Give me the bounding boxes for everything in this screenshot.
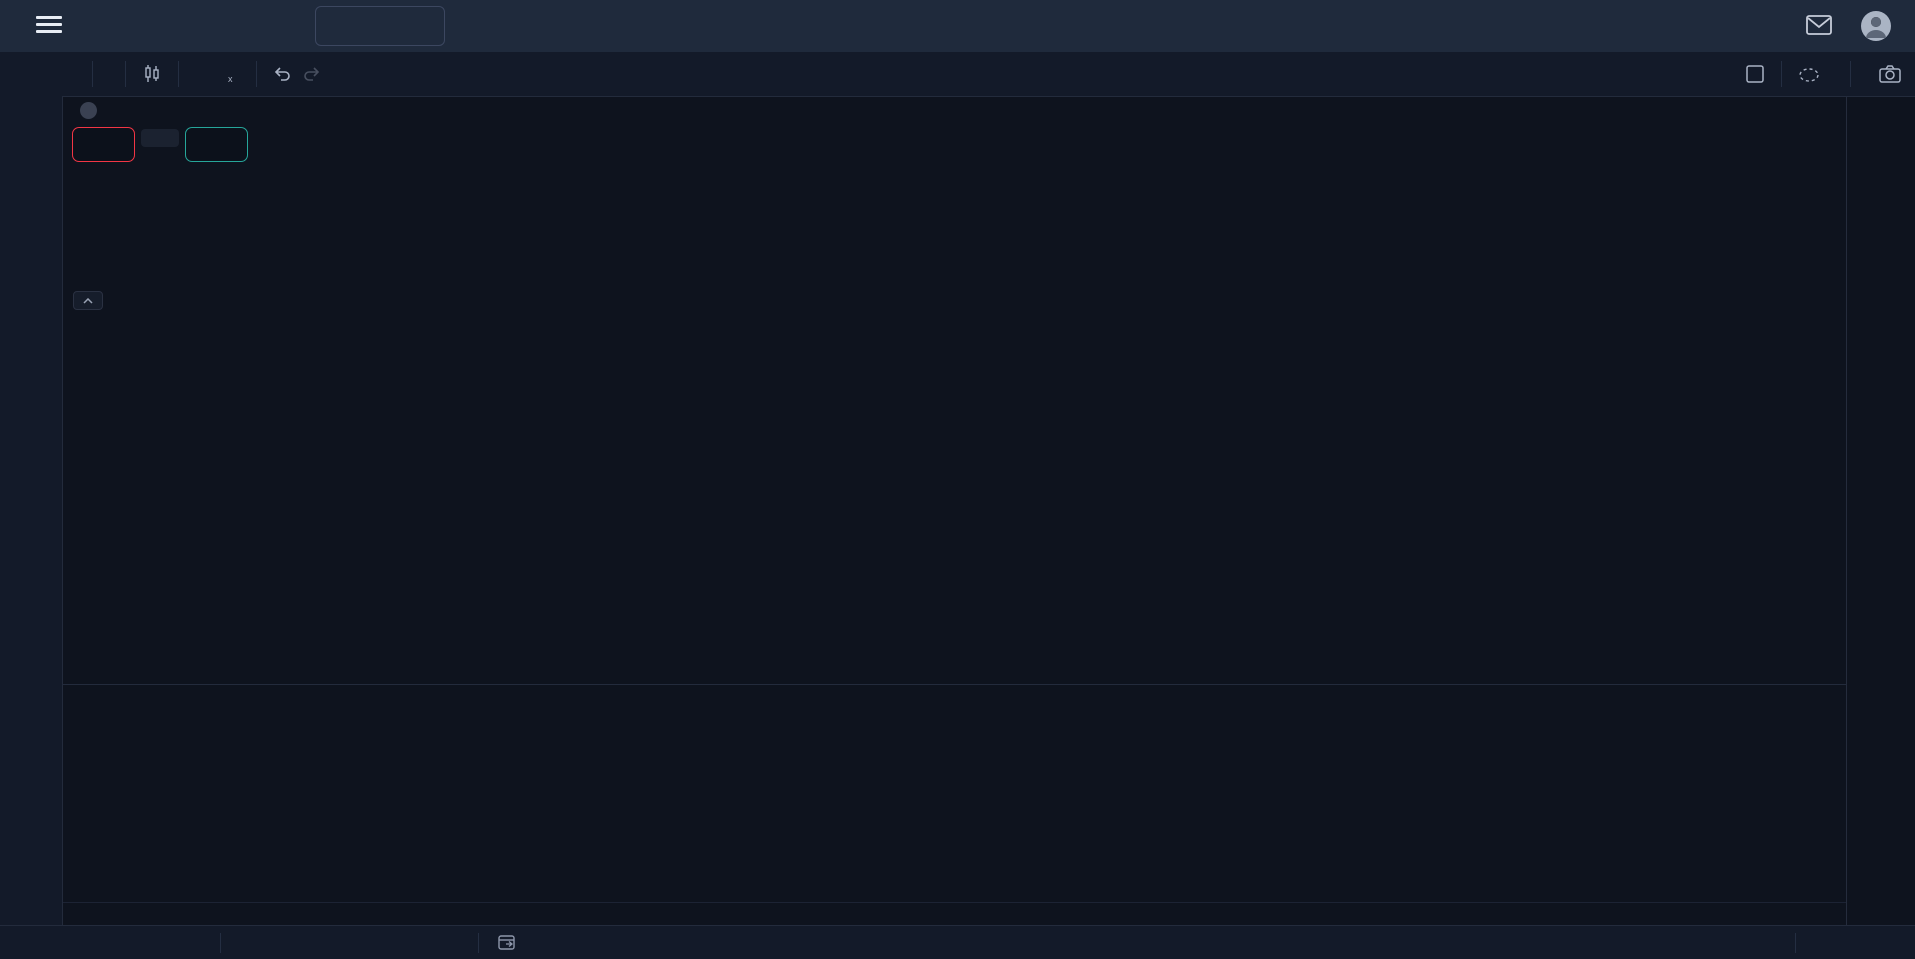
function-icon: x — [228, 65, 233, 84]
indicators-button[interactable]: x — [222, 65, 246, 84]
activtrader-app: x — [0, 0, 1915, 959]
price-axis[interactable] — [1846, 96, 1915, 925]
undo-button[interactable] — [267, 66, 297, 82]
bottom-bar — [0, 925, 1915, 959]
chart-style-button[interactable] — [136, 64, 168, 84]
undo-icon — [273, 66, 291, 82]
menu-icon[interactable] — [36, 16, 62, 34]
buy-button[interactable] — [185, 127, 248, 162]
snapshot-button[interactable] — [1873, 65, 1907, 83]
redo-button[interactable] — [297, 66, 327, 82]
mail-icon[interactable] — [1806, 14, 1832, 41]
top-bar — [0, 0, 1915, 52]
spread-block — [138, 127, 182, 147]
save-button[interactable] — [1792, 66, 1840, 82]
camera-icon — [1879, 65, 1901, 83]
drawing-toolbar — [0, 52, 63, 925]
price-chart-canvas[interactable] — [0, 0, 1915, 959]
minus-circle-icon[interactable] — [80, 102, 97, 119]
sell-button[interactable] — [72, 127, 135, 162]
go-to-date-button[interactable] — [498, 934, 517, 954]
layout-icon — [1745, 64, 1765, 84]
chevron-up-icon — [83, 298, 93, 304]
spread-value — [141, 129, 179, 147]
avatar[interactable] — [1860, 10, 1892, 47]
app-logo — [88, 8, 90, 39]
redo-icon — [303, 66, 321, 82]
pane-divider[interactable] — [62, 684, 1846, 685]
new-order-button[interactable] — [315, 6, 445, 46]
chart-legend — [72, 102, 113, 119]
collapse-legend-button[interactable] — [73, 291, 103, 310]
layout-button[interactable] — [1739, 64, 1771, 84]
calendar-icon — [498, 934, 517, 951]
time-axis[interactable] — [62, 902, 1846, 926]
candles-icon — [142, 64, 162, 84]
chart-toolbar: x — [62, 52, 1915, 97]
order-panel — [72, 127, 248, 162]
cloud-icon — [1798, 66, 1820, 82]
